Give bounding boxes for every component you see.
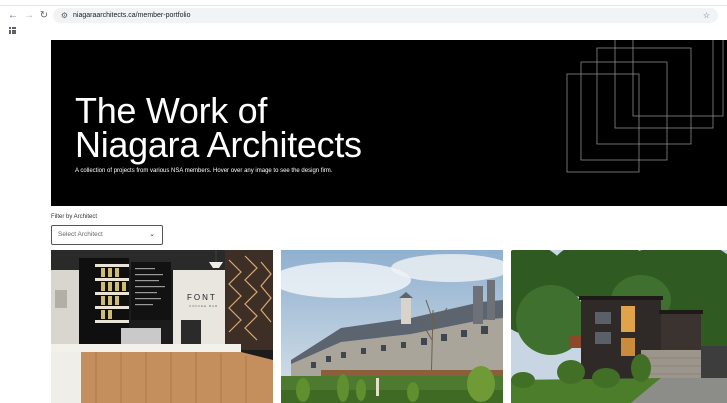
project-card-townhouses[interactable] (281, 250, 503, 403)
chevron-down-icon: ⌄ (149, 231, 155, 238)
star-icon[interactable]: ☆ (703, 10, 710, 21)
hero-title: The Work of Niagara Architects (75, 90, 362, 165)
back-arrow-icon[interactable]: ← (7, 10, 19, 22)
coffee-sign-subtext: COFFEE BAR (189, 304, 218, 308)
townhouses-image (281, 250, 503, 403)
coffee-bar-image: FONT COFFEE BAR (51, 250, 273, 403)
decorative-squares-icon (566, 40, 724, 173)
filter-label: Filter by Architect (51, 214, 98, 220)
hero-banner: The Work of Niagara Architects A collect… (51, 40, 727, 206)
apps-grid-icon[interactable] (9, 27, 16, 34)
project-card-modern-house[interactable] (511, 250, 727, 403)
url-text[interactable]: niagaraarchitects.ca/member-portfolio (73, 10, 191, 21)
address-bar[interactable]: ⚙ niagaraarchitects.ca/member-portfolio … (53, 8, 718, 23)
hero-title-line-2: Niagara Architects (75, 124, 362, 165)
coffee-sign-text: FONT (187, 293, 217, 302)
tab-strip (0, 0, 727, 6)
browser-toolbar: ← → ↻ ⚙ niagaraarchitects.ca/member-port… (0, 0, 727, 38)
project-card-coffee-bar[interactable]: FONT COFFEE BAR (51, 250, 273, 403)
site-info-icon[interactable]: ⚙ (59, 10, 70, 21)
hero-subtitle: A collection of projects from various NS… (75, 168, 333, 174)
forward-arrow-icon[interactable]: → (23, 10, 35, 22)
reload-icon[interactable]: ↻ (38, 10, 50, 22)
architect-select-value: Select Architect (58, 231, 103, 238)
architect-select[interactable]: Select Architect ⌄ (51, 225, 163, 245)
modern-house-image (511, 250, 727, 403)
hero-title-line-1: The Work of (75, 90, 268, 131)
